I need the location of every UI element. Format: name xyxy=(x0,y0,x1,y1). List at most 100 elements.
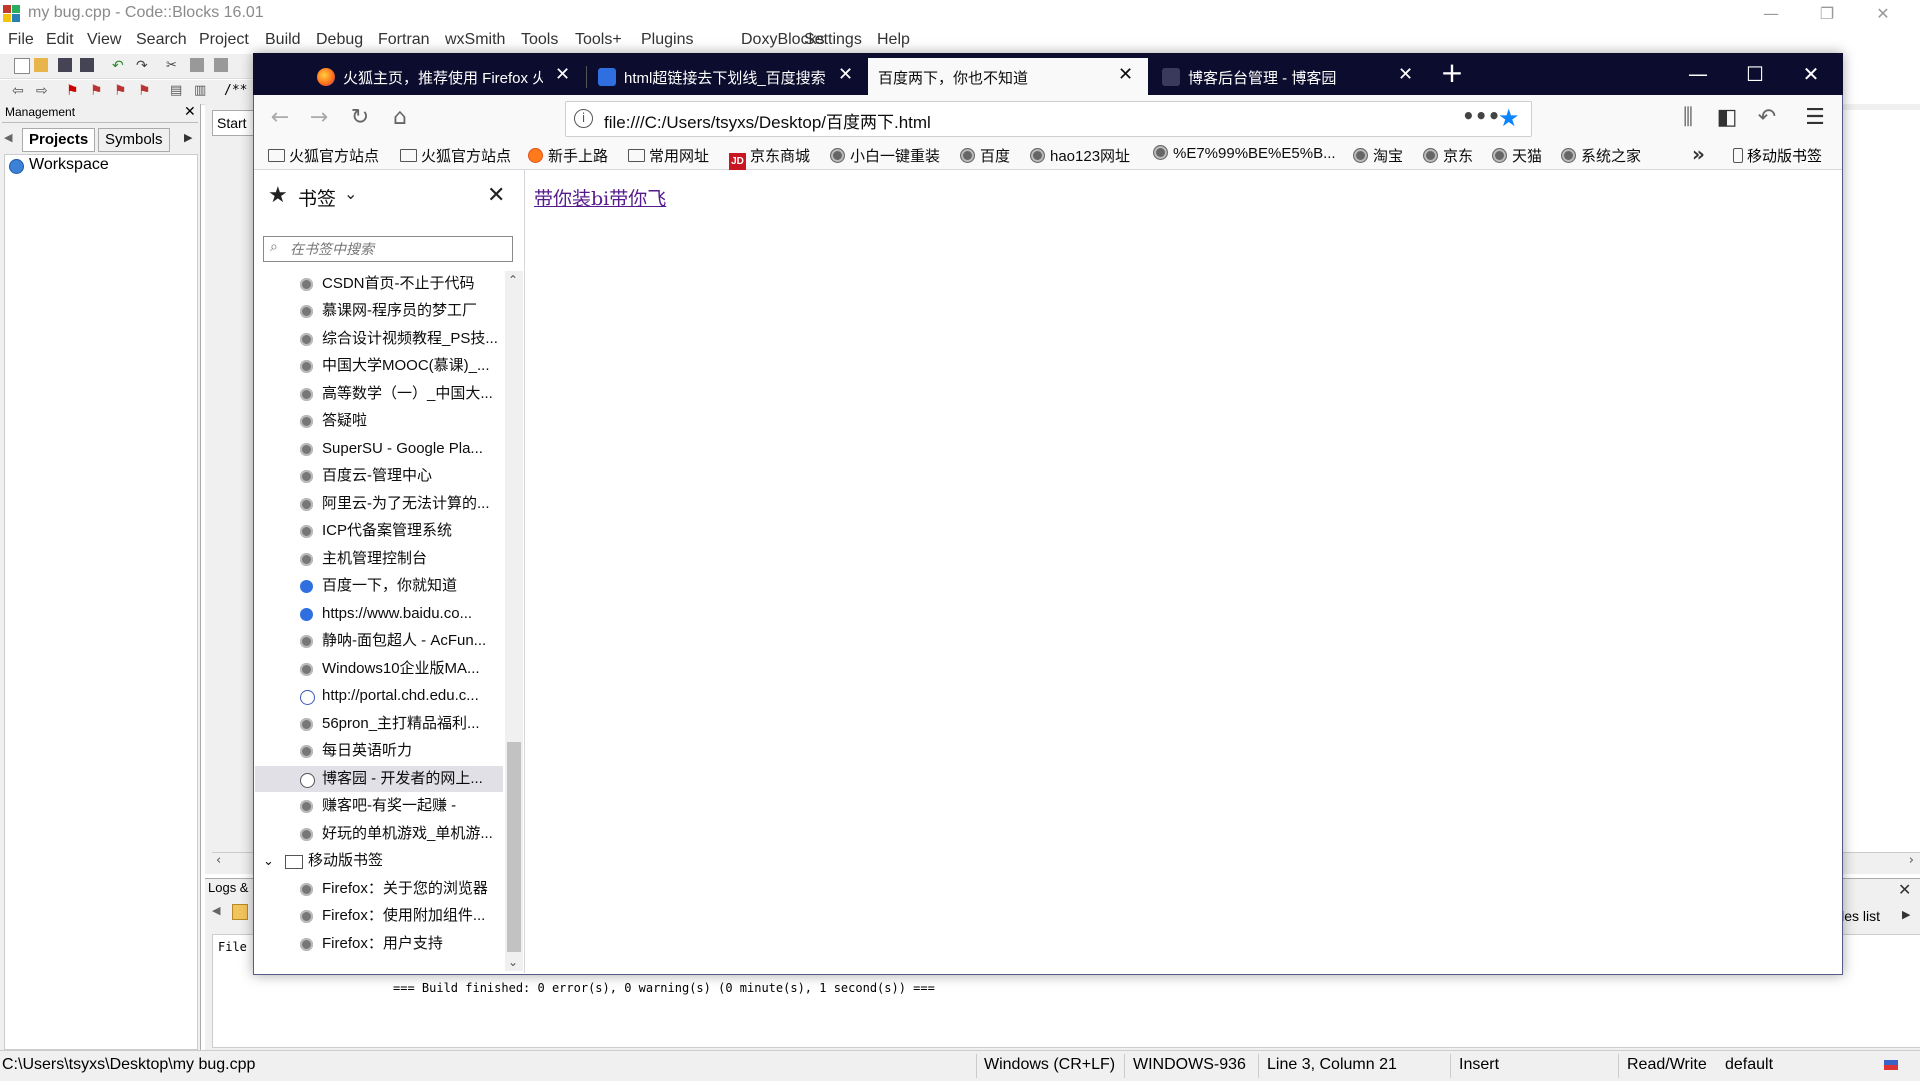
new-file-icon[interactable] xyxy=(14,58,30,74)
firefox-maximize-icon[interactable]: ☐ xyxy=(1730,56,1780,92)
menu-file[interactable]: File xyxy=(8,31,34,49)
list-item[interactable]: 阿里云-为了无法计算的... xyxy=(255,491,503,517)
undo-icon[interactable]: ↶ xyxy=(112,58,126,74)
files-list-tab[interactable]: iles list xyxy=(1838,908,1880,924)
menu-settings[interactable]: Settings xyxy=(804,31,862,49)
list-item[interactable]: 静呐-面包超人 - AcFun... xyxy=(255,628,503,654)
list-item[interactable]: 中国大学MOOC(慕课)_... xyxy=(255,353,503,379)
bookmark-item[interactable]: 京东 xyxy=(1423,145,1473,166)
tab-scroll-left-icon[interactable]: ◀ xyxy=(4,131,12,144)
sidebar-toggle-icon[interactable]: ◧ xyxy=(1711,102,1743,134)
save-all-icon[interactable] xyxy=(80,58,94,72)
url-text[interactable]: file:///C:/Users/tsyxs/Desktop/百度两下.html xyxy=(604,108,931,133)
page-link[interactable]: 带你装bi带你飞 xyxy=(534,184,666,211)
list-item[interactable]: http://portal.chd.edu.c... xyxy=(255,683,503,709)
tab-cnblogs-admin[interactable]: 博客后台管理 - 博客园 ✕ xyxy=(1152,58,1428,95)
list-item[interactable]: Firefox：用户支持 xyxy=(255,931,503,957)
list-item[interactable]: 综合设计视频教程_PS技... xyxy=(255,326,503,352)
bookmark-toggle-icon[interactable]: ⚑ xyxy=(66,83,79,99)
menu-plugins[interactable]: Plugins xyxy=(641,31,693,49)
bookmark-item[interactable]: 淘宝 xyxy=(1353,145,1403,166)
menu-hamburger-icon[interactable]: ☰ xyxy=(1799,102,1831,134)
bookmark-item[interactable]: 百度 xyxy=(960,145,1010,166)
tab-close-icon[interactable]: ✕ xyxy=(1398,64,1413,85)
close-icon[interactable]: ✕ xyxy=(1860,0,1906,30)
list-item[interactable]: CSDN首页-不止于代码 xyxy=(255,271,503,297)
menu-edit[interactable]: Edit xyxy=(46,31,74,49)
bookmark-item[interactable]: 小白一键重装 xyxy=(830,145,940,166)
bookmark-prev-icon[interactable]: ⚑ xyxy=(90,83,103,99)
list-item[interactable]: 慕课网-程序员的梦工厂 xyxy=(255,298,503,324)
bookmark-search-box[interactable] xyxy=(263,236,513,262)
bookmark-item[interactable]: %E7%99%BE%E5%B... xyxy=(1153,145,1336,162)
jump-forward-icon[interactable]: ⇨ xyxy=(36,83,48,99)
menu-tools-plus[interactable]: Tools+ xyxy=(575,31,622,49)
list-item[interactable]: 百度云-管理中心 xyxy=(255,463,503,489)
restore-icon[interactable]: ❐ xyxy=(1804,0,1850,30)
page-actions-icon[interactable]: ••• xyxy=(1462,104,1500,128)
forward-icon[interactable]: → xyxy=(303,102,335,134)
paste-icon[interactable] xyxy=(214,58,228,72)
logs-close-icon[interactable]: ✕ xyxy=(1898,880,1911,899)
tab-close-icon[interactable]: ✕ xyxy=(1118,64,1133,85)
logs-tab-scroll-right-icon[interactable]: ▶ xyxy=(1902,908,1910,921)
redo-icon[interactable]: ↷ xyxy=(136,58,150,74)
reload-icon[interactable]: ↻ xyxy=(344,102,376,134)
list-item[interactable]: 答疑啦 xyxy=(255,408,503,434)
folder-mobile-bookmarks[interactable]: ⌄ 移动版书签 xyxy=(255,848,503,874)
bookmark-item[interactable]: JD 京东商城 xyxy=(729,145,810,170)
management-close-icon[interactable]: ✕ xyxy=(184,103,196,120)
chevron-down-icon[interactable]: ⌄ xyxy=(344,184,357,203)
menu-project[interactable]: Project xyxy=(199,31,249,49)
bookmarks-overflow-icon[interactable]: » xyxy=(1692,142,1705,166)
menu-fortran[interactable]: Fortran xyxy=(378,31,430,49)
tab-current-page[interactable]: 百度两下，你也不知道 ✕ xyxy=(868,58,1148,95)
menu-debug[interactable]: Debug xyxy=(316,31,363,49)
logs-tab-scroll-left-icon[interactable]: ◀ xyxy=(212,904,220,917)
home-icon[interactable]: ⌂ xyxy=(384,102,416,134)
firefox-close-icon[interactable]: ✕ xyxy=(1786,56,1836,92)
new-tab-button[interactable]: + xyxy=(1434,56,1470,92)
bookmark-next-icon[interactable]: ⚑ xyxy=(114,83,127,99)
library-icon[interactable]: ⫼ xyxy=(1672,102,1704,134)
uncomment-icon[interactable]: ▥ xyxy=(194,83,206,98)
comment-icon[interactable]: ▤ xyxy=(170,83,182,98)
bookmark-item[interactable]: 系统之家 xyxy=(1561,145,1641,166)
scroll-left-icon[interactable]: ‹ xyxy=(216,853,221,868)
tab-symbols[interactable]: Symbols xyxy=(98,128,170,152)
open-folder-icon[interactable] xyxy=(34,58,48,72)
list-item[interactable]: 每日英语听力 xyxy=(255,738,503,764)
scroll-right-icon[interactable]: › xyxy=(1909,853,1914,868)
firefox-minimize-icon[interactable]: — xyxy=(1673,56,1723,92)
scroll-down-icon[interactable]: ⌄ xyxy=(508,955,518,969)
bookmark-search-input[interactable] xyxy=(288,239,510,259)
mobile-bookmarks[interactable]: 移动版书签 xyxy=(1733,145,1822,166)
bookmark-item[interactable]: 常用网址 xyxy=(628,145,709,166)
tab-baidu-search[interactable]: html超链接去下划线_百度搜索 ✕ xyxy=(588,58,868,95)
scroll-up-icon[interactable]: ⌃ xyxy=(508,273,518,287)
list-item[interactable]: 百度一下，你就知道 xyxy=(255,573,503,599)
list-item[interactable]: 主机管理控制台 xyxy=(255,546,503,572)
cut-icon[interactable]: ✂ xyxy=(166,58,180,73)
list-item[interactable]: 博客园 - 开发者的网上... xyxy=(255,766,503,792)
list-item[interactable]: ICP代备案管理系统 xyxy=(255,518,503,544)
minimize-icon[interactable]: — xyxy=(1748,0,1794,30)
list-item[interactable]: https://www.baidu.co... xyxy=(255,601,503,627)
undo-close-icon[interactable]: ↶ xyxy=(1751,102,1783,134)
info-icon[interactable]: i xyxy=(574,109,593,128)
menu-search[interactable]: Search xyxy=(136,31,187,49)
bookmark-star-icon[interactable]: ★ xyxy=(1498,104,1520,132)
save-icon[interactable] xyxy=(58,58,72,72)
tab-close-icon[interactable]: ✕ xyxy=(555,64,570,85)
menu-tools[interactable]: Tools xyxy=(521,31,558,49)
tab-firefox-home[interactable]: 火狐主页，推荐使用 Firefox 火 ✕ xyxy=(307,58,581,95)
tab-projects[interactable]: Projects xyxy=(22,128,96,152)
menu-view[interactable]: View xyxy=(87,31,121,49)
list-item[interactable]: 赚客吧-有奖一起赚 - xyxy=(255,793,503,819)
logs-header[interactable]: Logs & xyxy=(208,880,248,895)
sidebar-scrollbar-thumb[interactable] xyxy=(507,742,521,952)
menu-help[interactable]: Help xyxy=(877,31,910,49)
back-icon[interactable]: ← xyxy=(264,102,296,134)
jump-back-icon[interactable]: ⇦ xyxy=(12,83,24,99)
list-item[interactable]: 56pron_主打精品福利... xyxy=(255,711,503,737)
